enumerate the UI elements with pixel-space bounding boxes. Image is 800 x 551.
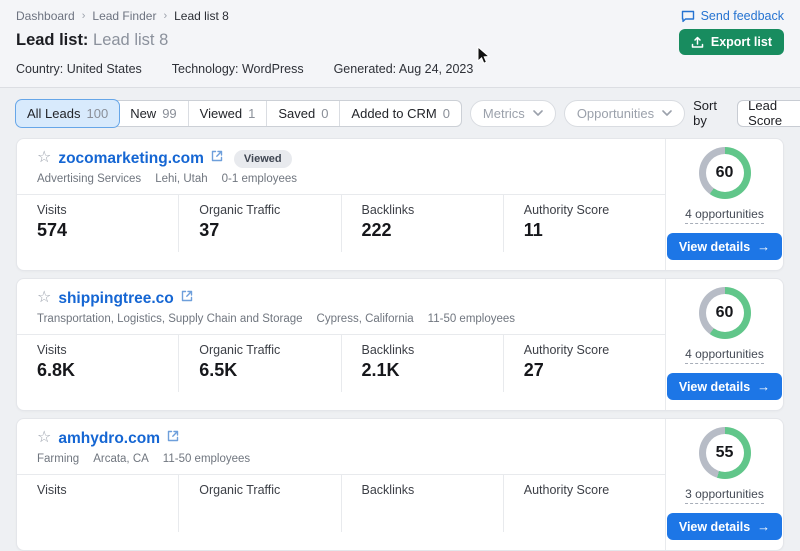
metric-organic-traffic: Organic Traffic <box>179 475 341 532</box>
tab-all-leads[interactable]: All Leads 100 <box>16 100 119 127</box>
lead-list: ☆ zocomarketing.com Viewed Advertising S… <box>16 138 784 551</box>
tab-viewed[interactable]: Viewed 1 <box>189 101 268 126</box>
toolbar: All Leads 100 New 99 Viewed 1 Saved 0 Ad… <box>0 88 800 138</box>
star-icon[interactable]: ☆ <box>37 430 51 446</box>
page-title-label: Lead list: <box>16 31 88 49</box>
tab-viewed-count: 1 <box>248 106 255 121</box>
tab-saved[interactable]: Saved 0 <box>267 101 340 126</box>
breadcrumb-lead-finder[interactable]: Lead Finder <box>92 9 156 23</box>
lead-card: ☆ amhydro.com Farming Arcata, CA 11-50 e… <box>16 418 784 551</box>
list-meta: Country: United States Technology: WordP… <box>16 62 784 76</box>
metric-backlinks: Backlinks 2.1K <box>342 335 504 392</box>
sort-select-value: Lead Score <box>748 98 800 128</box>
export-list-button[interactable]: Export list <box>679 29 784 55</box>
lead-score-ring: 60 <box>699 147 751 199</box>
lead-score-ring: 55 <box>699 427 751 479</box>
lead-domain-link[interactable]: amhydro.com <box>58 430 160 448</box>
lead-domain-link[interactable]: zocomarketing.com <box>58 150 204 168</box>
lead-card: ☆ zocomarketing.com Viewed Advertising S… <box>16 138 784 271</box>
external-link-icon[interactable] <box>181 289 193 307</box>
tab-new[interactable]: New 99 <box>119 101 188 126</box>
arrow-right-icon: → <box>757 379 770 394</box>
tab-added-to-crm-label: Added to CRM <box>351 106 436 121</box>
breadcrumb-dashboard[interactable]: Dashboard <box>16 9 75 23</box>
page-title: Lead list: Lead list 8 <box>16 31 168 50</box>
metrics-dropdown-label: Metrics <box>483 106 525 121</box>
meta-generated: Generated: Aug 24, 2023 <box>334 62 474 76</box>
star-icon[interactable]: ☆ <box>37 150 51 166</box>
tab-viewed-label: Viewed <box>200 106 242 121</box>
tab-saved-label: Saved <box>278 106 315 121</box>
view-details-label: View details <box>679 380 750 394</box>
lead-employees: 11-50 employees <box>163 453 250 465</box>
sort-by-label: Sort by <box>693 98 729 128</box>
metric-authority-score: Authority Score 11 <box>504 195 665 252</box>
speech-bubble-icon <box>681 10 695 23</box>
lead-score-value: 60 <box>706 294 744 332</box>
opportunities-link[interactable]: 3 opportunities <box>685 487 764 504</box>
sort-select[interactable]: Lead Score <box>737 100 800 127</box>
lead-location: Cypress, California <box>317 313 414 325</box>
tab-added-to-crm[interactable]: Added to CRM 0 <box>340 101 461 126</box>
opportunities-link[interactable]: 4 opportunities <box>685 207 764 224</box>
lead-employees: 11-50 employees <box>428 313 515 325</box>
tab-new-count: 99 <box>162 106 176 121</box>
star-icon[interactable]: ☆ <box>37 290 51 306</box>
tab-all-leads-count: 100 <box>86 106 108 121</box>
meta-technology: Technology: WordPress <box>172 62 304 76</box>
tab-new-label: New <box>130 106 156 121</box>
lead-industry: Farming <box>37 453 79 465</box>
page-header: Dashboard › Lead Finder › Lead list 8 Se… <box>0 0 800 88</box>
chevron-right-icon: › <box>163 10 167 22</box>
arrow-right-icon: → <box>757 519 770 534</box>
opportunities-dropdown-label: Opportunities <box>577 106 654 121</box>
view-details-label: View details <box>679 240 750 254</box>
metric-visits: Visits <box>17 475 179 532</box>
view-details-label: View details <box>679 520 750 534</box>
export-list-label: Export list <box>711 35 772 49</box>
lead-domain-link[interactable]: shippingtree.co <box>58 290 173 308</box>
metric-backlinks: Backlinks <box>342 475 504 532</box>
viewed-badge: Viewed <box>234 150 292 168</box>
view-details-button[interactable]: View details → <box>667 373 782 400</box>
view-details-button[interactable]: View details → <box>667 233 782 260</box>
meta-country: Country: United States <box>16 62 142 76</box>
send-feedback-link[interactable]: Send feedback <box>681 9 784 23</box>
lead-score-value: 55 <box>706 434 744 472</box>
breadcrumb: Dashboard › Lead Finder › Lead list 8 <box>16 9 229 23</box>
chevron-down-icon <box>533 110 543 116</box>
tab-all-leads-label: All Leads <box>27 106 80 121</box>
lead-location: Arcata, CA <box>93 453 149 465</box>
tab-saved-count: 0 <box>321 106 328 121</box>
lead-industry: Transportation, Logistics, Supply Chain … <box>37 313 303 325</box>
arrow-right-icon: → <box>757 239 770 254</box>
metric-authority-score: Authority Score <box>504 475 665 532</box>
view-details-button[interactable]: View details → <box>667 513 782 540</box>
lead-score-ring: 60 <box>699 287 751 339</box>
lead-employees: 0-1 employees <box>222 173 297 185</box>
lead-card: ☆ shippingtree.co Transportation, Logist… <box>16 278 784 411</box>
metric-visits: Visits 574 <box>17 195 179 252</box>
page-title-value: Lead list 8 <box>93 31 168 49</box>
lead-location: Lehi, Utah <box>155 173 207 185</box>
external-link-icon[interactable] <box>167 429 179 447</box>
metric-organic-traffic: Organic Traffic 6.5K <box>179 335 341 392</box>
chevron-right-icon: › <box>82 10 86 22</box>
leads-tab-group: All Leads 100 New 99 Viewed 1 Saved 0 Ad… <box>16 100 462 127</box>
opportunities-dropdown[interactable]: Opportunities <box>564 100 685 127</box>
metrics-dropdown[interactable]: Metrics <box>470 100 556 127</box>
lead-industry: Advertising Services <box>37 173 141 185</box>
metric-visits: Visits 6.8K <box>17 335 179 392</box>
send-feedback-label: Send feedback <box>701 9 784 23</box>
opportunities-link[interactable]: 4 opportunities <box>685 347 764 364</box>
metric-authority-score: Authority Score 27 <box>504 335 665 392</box>
lead-score-value: 60 <box>706 154 744 192</box>
chevron-down-icon <box>662 110 672 116</box>
metric-backlinks: Backlinks 222 <box>342 195 504 252</box>
external-link-icon[interactable] <box>211 149 223 167</box>
tab-added-to-crm-count: 0 <box>443 106 450 121</box>
metric-organic-traffic: Organic Traffic 37 <box>179 195 341 252</box>
upload-icon <box>691 36 704 49</box>
breadcrumb-lead-list: Lead list 8 <box>174 9 229 23</box>
